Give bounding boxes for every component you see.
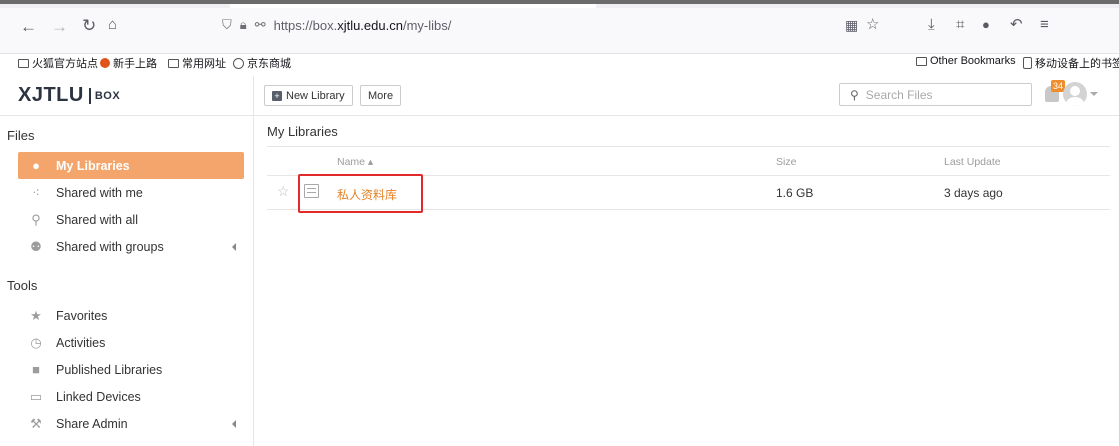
divider	[267, 146, 1110, 147]
bookmark-item[interactable]: 常用网址	[168, 55, 226, 71]
star-icon[interactable]: ☆	[277, 183, 290, 200]
avatar[interactable]	[1063, 82, 1087, 106]
folder-icon	[18, 58, 29, 68]
column-header-size: Size	[776, 156, 797, 168]
back-icon[interactable]: ←	[20, 18, 37, 35]
firefox-icon	[100, 58, 110, 68]
star-icon: ★	[30, 307, 42, 323]
lock-icon[interactable]: 🔒︎	[240, 17, 247, 33]
new-library-button[interactable]: + New Library	[264, 85, 353, 106]
book-icon: ■	[32, 362, 40, 377]
sidebar-item-favorites[interactable]: ★ Favorites	[18, 302, 244, 329]
folder-icon	[916, 56, 927, 66]
plus-icon: +	[272, 90, 282, 101]
chat-icon[interactable]: ●	[982, 18, 990, 31]
mobile-icon	[1023, 57, 1032, 69]
sidebar-item-activities[interactable]: ◷ Activities	[18, 329, 244, 356]
shield-icon[interactable]: ⛉	[222, 17, 232, 33]
globe-icon	[233, 57, 244, 69]
permissions-icon[interactable]: ⚯	[255, 17, 266, 33]
chevron-down-icon[interactable]	[1090, 92, 1098, 96]
monitor-icon: ▭	[29, 388, 43, 404]
sidebar-item-my-libraries[interactable]: ● My Libraries	[18, 152, 244, 179]
bookmark-item[interactable]: 火狐官方站点	[18, 55, 98, 71]
url-text[interactable]: https://box.xjtlu.edu.cn/my-libs/	[274, 18, 452, 33]
logo[interactable]: XJTLU BOX	[18, 84, 120, 107]
mobile-bookmarks[interactable]: 移动设备上的书签	[1023, 55, 1119, 71]
search-icon: ⚲	[850, 87, 859, 102]
library-size: 1.6 GB	[776, 186, 814, 200]
user-icon: ●	[32, 158, 40, 173]
reload-icon[interactable]: ↻	[82, 17, 96, 34]
bookmark-star-icon[interactable]: ☆	[866, 17, 879, 32]
wrench-icon: ⚒	[30, 415, 42, 431]
download-icon[interactable]: ⤓	[928, 17, 935, 32]
column-header-name[interactable]: Name ▴	[337, 156, 373, 168]
sidebar-item-share-admin[interactable]: ⚒ Share Admin	[18, 410, 244, 437]
files-heading: Files	[7, 128, 35, 143]
other-bookmarks[interactable]: Other Bookmarks	[916, 55, 1016, 67]
bookmark-item[interactable]: 京东商城	[233, 55, 291, 71]
sidebar-divider	[253, 76, 254, 446]
qr-code-icon[interactable]: ▦	[845, 18, 858, 32]
expand-icon[interactable]	[232, 419, 236, 428]
forward-icon[interactable]: →	[51, 18, 68, 35]
bookmark-item[interactable]: 新手上路	[100, 55, 157, 71]
share-icon: ⁖	[32, 184, 40, 200]
undo-icon[interactable]: ↶	[1010, 17, 1023, 32]
page-title: My Libraries	[267, 124, 338, 139]
screenshot-icon[interactable]: ⌗	[956, 17, 964, 32]
org-icon: ⚲	[31, 211, 41, 227]
history-icon: ◷	[30, 334, 42, 350]
sidebar-item-linked-devices[interactable]: ▭ Linked Devices	[18, 383, 244, 410]
search-input[interactable]: ⚲ Search Files	[839, 83, 1032, 106]
home-icon[interactable]: ⌂	[108, 17, 117, 32]
browser-toolbar	[0, 8, 1119, 54]
sidebar-item-published-libraries[interactable]: ■ Published Libraries	[18, 356, 244, 383]
folder-icon	[168, 58, 179, 68]
menu-icon[interactable]: ≡	[1040, 17, 1049, 32]
sidebar-item-shared-with-groups[interactable]: ⚉ Shared with groups	[18, 233, 244, 260]
expand-icon[interactable]	[232, 242, 236, 251]
tools-heading: Tools	[7, 278, 38, 293]
sidebar-item-shared-with-me[interactable]: ⁖ Shared with me	[18, 179, 244, 206]
highlight-box	[298, 174, 423, 213]
library-last-update: 3 days ago	[944, 186, 1003, 200]
address-bar[interactable]: ⛉ 🔒︎ ⚯ https://box.xjtlu.edu.cn/my-libs/	[222, 17, 451, 33]
column-header-last-update: Last Update	[944, 156, 1001, 168]
group-icon: ⚉	[30, 238, 42, 254]
sidebar-item-shared-with-all[interactable]: ⚲ Shared with all	[18, 206, 244, 233]
more-button[interactable]: More	[360, 85, 402, 106]
